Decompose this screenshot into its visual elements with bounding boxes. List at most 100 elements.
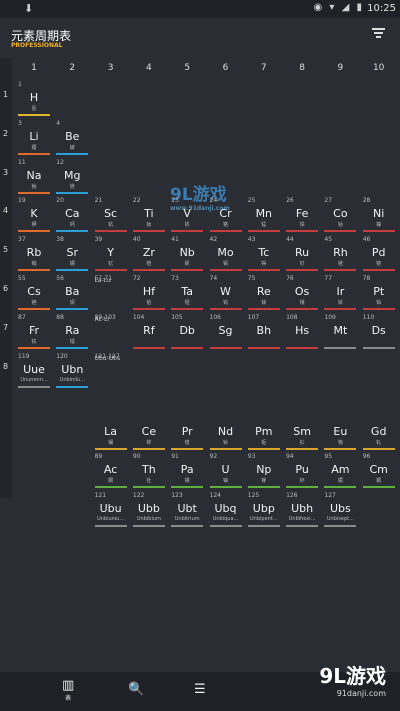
element-cell[interactable]: 27 Co 钴 (322, 196, 358, 234)
element-cell[interactable]: 1H氢 (16, 80, 52, 118)
element-cell[interactable]: 91 Pa 镤 (169, 452, 205, 490)
element-cell[interactable]: 75 Re 铼 (246, 274, 282, 312)
element-cell[interactable]: 95 Am 镅 (322, 452, 358, 490)
element-cell[interactable]: 127 Ubs Unbisept... (322, 491, 358, 529)
atomic-number: 109 (324, 313, 336, 321)
element-cell[interactable]: 104 Rf (131, 313, 167, 351)
nav-list[interactable]: ☰ (194, 682, 206, 697)
element-cell[interactable]: 76 Os 锇 (284, 274, 320, 312)
element-name: 锝 (261, 261, 267, 268)
element-cell[interactable]: 74 W 钨 (208, 274, 244, 312)
atomic-number: 89 (94, 453, 103, 461)
app-subtitle: PROFESSIONAL (11, 42, 63, 49)
element-cell[interactable]: 105 Db (169, 313, 205, 351)
element-cell[interactable]: 124 Ubq Unbiqua... (208, 491, 244, 529)
element-cell[interactable]: 43 Tc 锝 (246, 235, 282, 273)
element-cell[interactable]: 11 Na 钠 (16, 158, 52, 196)
element-cell[interactable]: 3 Li 锂 (16, 119, 52, 157)
element-cell[interactable]: Nd 钕 (208, 414, 244, 452)
element-cell[interactable]: 88 Ra 镭 (54, 313, 90, 351)
category-bar (209, 269, 242, 272)
element-cell[interactable]: 28 Ni 镍 (361, 196, 397, 234)
element-symbol: Rf (143, 323, 155, 337)
element-cell[interactable]: 21 Sc 钪 (93, 196, 129, 234)
category-bar (171, 230, 204, 233)
element-cell[interactable]: 121-127 Ubu-Ubs (93, 352, 129, 390)
element-cell[interactable]: 94 Pu 钚 (284, 452, 320, 490)
element-cell[interactable]: 72 Hf 铪 (131, 274, 167, 312)
element-cell[interactable]: 25 Mn 锰 (246, 196, 282, 234)
category-bar (56, 346, 89, 349)
filter-icon[interactable] (372, 26, 385, 40)
element-cell[interactable]: 20 Ca 钙 (54, 196, 90, 234)
nav-search[interactable]: 🔍 (128, 682, 144, 697)
element-cell[interactable]: 89 Ac 锕 (93, 452, 129, 490)
element-cell[interactable]: Eu 铕 (322, 414, 358, 452)
category-bar (286, 525, 319, 528)
element-cell[interactable]: 107 Bh (246, 313, 282, 351)
element-cell[interactable]: 110 Ds (361, 313, 397, 351)
element-cell[interactable]: 125 Ubp Unbipent... (246, 491, 282, 529)
element-cell[interactable]: 38 Sr 锶 (54, 235, 90, 273)
element-cell[interactable]: 90 Th 钍 (131, 452, 167, 490)
element-symbol: La (104, 424, 118, 438)
element-cell[interactable]: 57-71 La-Lu (93, 274, 129, 312)
element-symbol: Ubs (330, 502, 351, 516)
element-cell[interactable]: 77 Ir 铱 (322, 274, 358, 312)
category-bar (286, 308, 319, 310)
element-cell[interactable]: 92 U 铀 (208, 452, 244, 490)
element-cell[interactable]: 119 Uue Ununenn... (16, 352, 52, 390)
element-cell[interactable]: 42 Mo 钼 (208, 235, 244, 273)
element-cell[interactable]: 122 Ubb Unbibium (131, 491, 167, 529)
element-cell[interactable]: 46 Pd 钯 (361, 235, 397, 273)
atomic-number: 55 (18, 275, 26, 282)
element-cell[interactable]: 19 K 钾 (16, 196, 52, 234)
element-cell[interactable]: 108 Hs (284, 313, 320, 351)
element-cell[interactable]: Sm 钐 (284, 414, 320, 452)
status-bar: ⬇ ◉ ▾ ◢ ▮ 10:25 (0, 0, 400, 18)
element-name: 铕 (337, 439, 343, 446)
element-cell[interactable]: 26 Fe 铁 (284, 196, 320, 234)
element-cell[interactable]: 73 Ta 钽 (169, 274, 205, 312)
element-cell[interactable]: 106 Sg (208, 313, 244, 351)
element-cell[interactable]: 55 Cs 铯 (16, 274, 52, 312)
category-bar (247, 346, 280, 349)
element-cell[interactable]: 44 Ru 钌 (284, 235, 320, 273)
element-cell[interactable]: 45 Rh 铑 (322, 235, 358, 273)
element-name: 钼 (222, 261, 228, 268)
element-name: 钪 (108, 222, 114, 229)
element-cell[interactable]: 78 Pt 铂 (361, 274, 397, 312)
element-cell[interactable]: 37 Rb 铷 (16, 235, 52, 273)
element-cell[interactable]: 39 Y 钇 (93, 235, 129, 273)
element-symbol: Os (294, 285, 310, 298)
category-bar (247, 269, 280, 272)
category-bar (362, 269, 395, 272)
nav-table[interactable]: ▥ 表 (62, 678, 74, 702)
element-cell[interactable]: 89-103 Ac-Lr (93, 313, 129, 351)
element-cell[interactable]: 41 Nb 铌 (169, 235, 205, 273)
element-cell[interactable]: 12 Mg 镁 (54, 158, 90, 196)
element-cell[interactable]: 109 Mt (322, 313, 358, 351)
element-cell[interactable]: 123 Ubt Unbitrium (169, 491, 205, 529)
element-cell[interactable]: 4 Be 铍 (54, 119, 90, 157)
element-cell[interactable]: 120 Ubn Unbinilu... (54, 352, 90, 390)
element-cell[interactable]: La 镧 (93, 414, 129, 452)
element-cell[interactable]: 87 Fr 钫 (16, 313, 52, 351)
category-bar (362, 486, 395, 489)
element-cell[interactable]: 96 Cm 锔 (361, 452, 397, 490)
element-cell[interactable]: 40 Zr 锆 (131, 235, 167, 273)
element-cell[interactable]: 93 Np 镎 (246, 452, 282, 490)
element-cell[interactable]: 24 Cr 铬 (208, 196, 244, 234)
element-cell[interactable]: 22 Ti 钛 (131, 196, 167, 234)
element-cell[interactable]: Gd 钆 (361, 414, 397, 452)
element-name: 锇 (299, 300, 305, 306)
element-cell[interactable]: 56 Ba 钡 (54, 274, 90, 312)
element-cell[interactable]: 121 Ubu Unbiuniu... (93, 491, 129, 529)
element-cell[interactable]: Ce 铈 (131, 414, 167, 452)
element-cell[interactable]: Pr 镨 (169, 414, 205, 452)
element-symbol: Pa (180, 463, 194, 477)
element-cell[interactable]: Pm 钷 (246, 414, 282, 452)
element-symbol: Cm (369, 463, 388, 477)
element-cell[interactable]: 23 V 钒 (169, 196, 205, 234)
element-cell[interactable]: 126 Ubh Unbihexi... (284, 491, 320, 529)
